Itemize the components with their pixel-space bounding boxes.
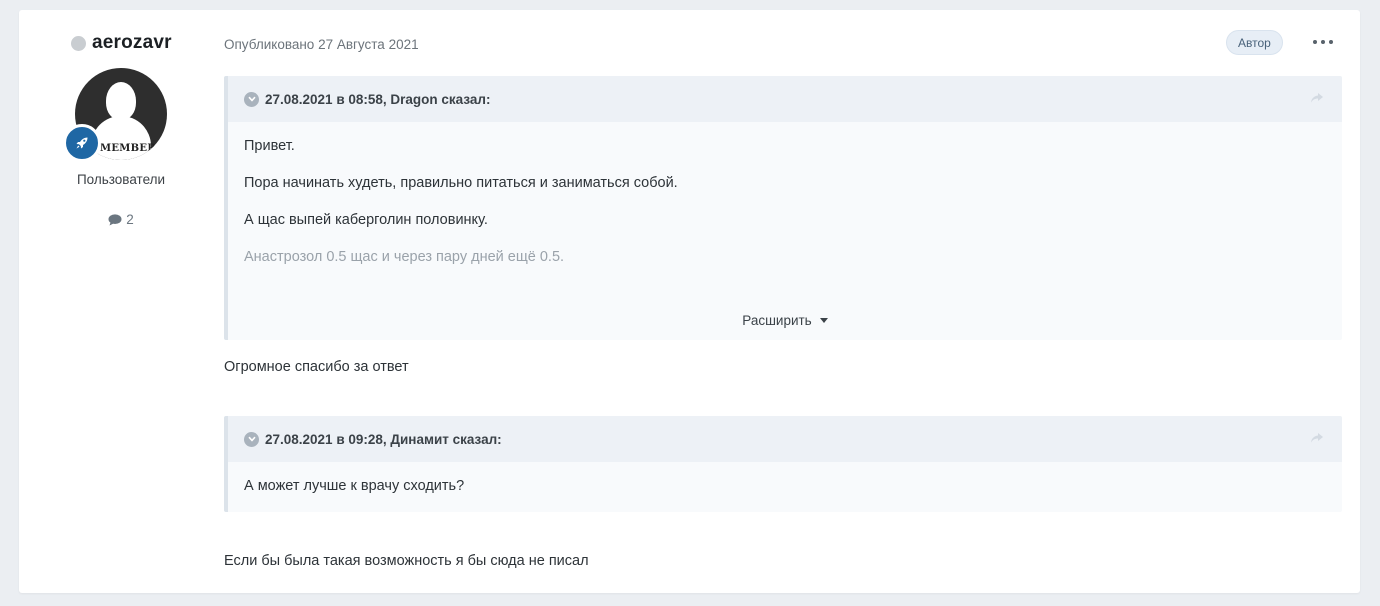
quote-line: А щас выпей каберголин половинку.: [244, 212, 488, 228]
comment-icon: [108, 213, 122, 225]
ellipsis-icon[interactable]: [1313, 35, 1333, 49]
reply-text: Огромное спасибо за ответ: [224, 359, 409, 375]
post-count-value: 2: [126, 212, 134, 227]
expand-label: Расширить: [742, 313, 812, 328]
share-arrow-icon[interactable]: [1310, 91, 1324, 109]
author-post-count: 2: [19, 212, 223, 227]
quote-header: 27.08.2021 в 09:28, Динамит сказал:: [228, 416, 1342, 462]
chevron-down-icon[interactable]: [244, 91, 259, 107]
avatar-container[interactable]: MEMBER: [63, 68, 167, 162]
quote-citation[interactable]: 27.08.2021 в 08:58, Dragon сказал:: [265, 92, 490, 107]
chevron-down-icon[interactable]: [244, 431, 259, 447]
post-date: Опубликовано 27 Августа 2021: [224, 37, 419, 52]
author-group: Пользователи: [76, 172, 166, 187]
quote-line: А может лучше к врачу сходить?: [244, 478, 465, 494]
quote-citation[interactable]: 27.08.2021 в 09:28, Динамит сказал:: [265, 432, 502, 447]
expand-quote-button[interactable]: Расширить: [228, 313, 1342, 328]
caret-down-icon: [819, 318, 828, 323]
quote-line: Привет.: [244, 138, 295, 154]
quote-line: Пора начинать худеть, правильно питаться…: [244, 175, 678, 191]
quote-block: 27.08.2021 в 08:58, Dragon сказал: Приве…: [224, 76, 1342, 340]
rank-rocket-icon[interactable]: [63, 124, 101, 162]
quote-content: Привет. Пора начинать худеть, правильно …: [228, 122, 1342, 267]
avatar-head-shape: [106, 82, 136, 120]
forum-post: aerozavr MEMBER Пользователи 2 Опубликов…: [19, 10, 1360, 593]
offline-status-icon: [71, 35, 86, 51]
quote-line: Анастрозол 0.5 щас и через пару дней ещё…: [244, 249, 565, 265]
quote-block: 27.08.2021 в 09:28, Динамит сказал: А мо…: [224, 416, 1342, 512]
reply-text: Если бы была такая возможность я бы сюда…: [224, 553, 589, 569]
quote-content: А может лучше к врачу сходить?: [228, 462, 1342, 496]
quote-header: 27.08.2021 в 08:58, Dragon сказал:: [228, 76, 1342, 122]
author-badge: Автор: [1226, 30, 1283, 55]
author-name-link[interactable]: aerozavr: [92, 32, 172, 54]
author-name-row: aerozavr: [71, 32, 172, 54]
share-arrow-icon[interactable]: [1310, 431, 1324, 449]
